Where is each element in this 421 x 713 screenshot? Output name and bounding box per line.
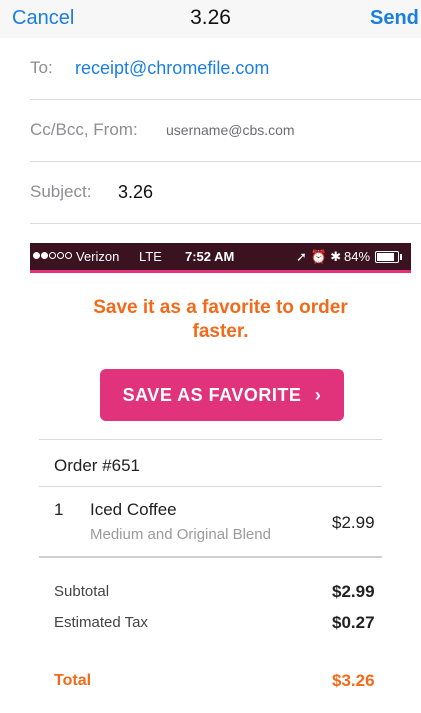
total-value: $3.26 <box>332 671 375 690</box>
total-label: Total <box>54 672 92 689</box>
battery-tip-icon <box>400 254 402 260</box>
subtotal-label: Subtotal <box>54 583 110 600</box>
to-label: To: <box>30 58 53 77</box>
ccbcc-label: Cc/Bcc, From: <box>30 120 138 139</box>
item-quantity: 1 <box>54 500 64 519</box>
status-time: 7:52 AM <box>185 249 235 264</box>
nav-title: 3.26 <box>190 6 231 29</box>
signal-strength-icon <box>33 252 73 270</box>
promo-line-2: faster. <box>192 321 249 342</box>
ccbcc-field[interactable]: Cc/Bcc, From: username@cbs.com <box>0 100 421 162</box>
field-divider <box>30 223 421 224</box>
nav-bar: Cancel 3.26 Send <box>0 0 421 38</box>
battery-percent: 84% <box>344 249 371 264</box>
from-address[interactable]: username@cbs.com <box>166 122 295 138</box>
subtotal-value: $2.99 <box>332 582 375 601</box>
send-button[interactable]: Send <box>370 7 419 30</box>
status-accent-line <box>30 270 411 273</box>
favorite-promo-text: Save it as a favorite to order faster. <box>30 296 411 344</box>
promo-line-1: Save it as a favorite to order <box>93 297 348 318</box>
network-label: LTE <box>139 249 162 264</box>
status-icons: ➚ ⏰ ✱ <box>296 249 342 264</box>
subject-field[interactable]: Subject: 3.26 <box>0 162 421 224</box>
to-recipient[interactable]: receipt@chromefile.com <box>75 58 269 79</box>
to-field[interactable]: To: receipt@chromefile.com <box>0 38 421 100</box>
battery-icon <box>375 251 399 263</box>
item-price: $2.99 <box>332 513 375 532</box>
divider <box>39 439 382 440</box>
tax-value: $0.27 <box>332 613 375 632</box>
subject-label: Subject: <box>30 182 92 201</box>
subject-input[interactable]: 3.26 <box>118 182 153 203</box>
save-as-favorite-button[interactable]: SAVE AS FAVORITE › <box>100 369 344 421</box>
order-number: Order #651 <box>54 456 140 475</box>
carrier-label: Verizon <box>76 249 120 264</box>
item-description: Medium and Original Blend <box>90 526 271 543</box>
status-bar: Verizon LTE 7:52 AM ➚ ⏰ ✱ 84% <box>30 243 411 273</box>
attached-screenshot: Verizon LTE 7:52 AM ➚ ⏰ ✱ 84% Save it as… <box>30 243 411 713</box>
save-as-favorite-label: SAVE AS FAVORITE <box>122 385 302 405</box>
item-name: Iced Coffee <box>90 500 177 519</box>
divider <box>39 486 382 487</box>
tax-label: Estimated Tax <box>54 614 148 631</box>
divider <box>39 556 382 558</box>
chevron-right-icon: › <box>314 385 322 405</box>
